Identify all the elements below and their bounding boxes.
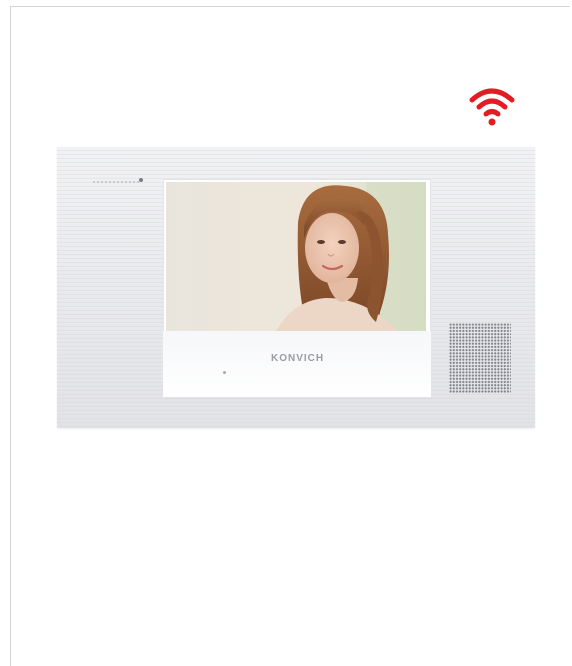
lower-panel: KONVICH (163, 331, 431, 397)
video-screen (166, 182, 426, 331)
video-intercom-monitor: KONVICH (57, 147, 535, 428)
speaker-grille-icon (449, 323, 511, 393)
screen-bezel: KONVICH (163, 179, 431, 397)
indicator-strip (93, 181, 141, 183)
microphone-dot (223, 371, 226, 374)
brand-logo: KONVICH (271, 353, 325, 364)
woman-portrait-image (166, 182, 426, 331)
status-led (139, 178, 143, 182)
wifi-icon (469, 88, 515, 126)
